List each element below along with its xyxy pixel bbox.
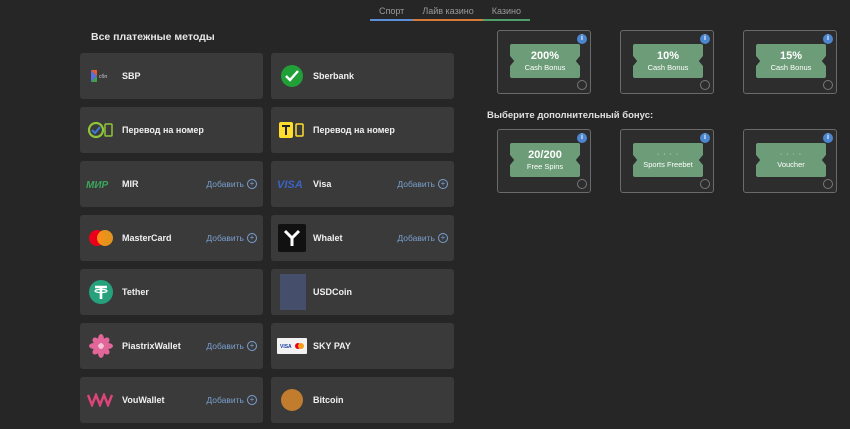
bonus-ticket: 10% Cash Bonus: [633, 44, 703, 78]
info-icon[interactable]: i: [700, 133, 710, 143]
method-mir[interactable]: МИР MIR Добавить +: [80, 161, 263, 207]
method-bitcoin[interactable]: Bitcoin: [271, 377, 454, 423]
info-icon[interactable]: i: [577, 34, 587, 44]
info-icon[interactable]: i: [700, 34, 710, 44]
bonus-radio[interactable]: [700, 179, 710, 189]
method-label: Bitcoin: [313, 395, 344, 405]
method-usdcoin[interactable]: USDCoin: [271, 269, 454, 315]
usdcoin-icon: [277, 274, 307, 310]
method-whalet[interactable]: Whalet Добавить +: [271, 215, 454, 261]
tab-live-casino[interactable]: Лайв казино: [413, 6, 483, 21]
extra-bonus-card[interactable]: i · · · · Voucher: [743, 129, 837, 193]
info-icon[interactable]: i: [823, 34, 833, 44]
bonus-radio[interactable]: [700, 80, 710, 90]
extra-bonus-card[interactable]: i 20/200 Free Spins: [497, 129, 591, 193]
extra-bonus-title: Выберите дополнительный бонус:: [487, 110, 654, 121]
svg-text:VISA: VISA: [280, 344, 292, 350]
sberbank-icon: [277, 61, 307, 91]
transfer-green-icon: [86, 115, 116, 145]
info-icon[interactable]: i: [823, 133, 833, 143]
add-mastercard-button[interactable]: Добавить +: [206, 233, 257, 243]
method-label: Whalet: [313, 233, 343, 243]
visa-icon: VISA: [277, 169, 307, 199]
sbp-icon: сбп: [86, 61, 116, 91]
svg-text:сбп: сбп: [99, 74, 107, 80]
bonus-card[interactable]: i 10% Cash Bonus: [620, 30, 714, 94]
payment-methods-grid: сбп SBP Sberbank Перевод на номер Перево…: [80, 53, 454, 423]
bonus-options: i 200% Cash Bonus i 10% Cash Bonus i 15%…: [497, 30, 837, 94]
bitcoin-icon: [277, 385, 307, 415]
method-piastrix[interactable]: PiastrixWallet Добавить +: [80, 323, 263, 369]
method-label: SBP: [122, 71, 141, 81]
info-icon[interactable]: i: [577, 133, 587, 143]
method-mastercard[interactable]: MasterCard Добавить +: [80, 215, 263, 261]
tab-casino[interactable]: Казино: [482, 6, 530, 21]
method-label: Перевод на номер: [122, 125, 204, 135]
bonus-ticket: 20/200 Free Spins: [510, 143, 580, 177]
bonus-ticket: · · · · Voucher: [756, 143, 826, 177]
method-label: USDCoin: [313, 287, 352, 297]
bonus-ticket: 15% Cash Bonus: [756, 44, 826, 78]
bonus-radio[interactable]: [823, 179, 833, 189]
transfer-yellow-icon: [277, 115, 307, 145]
plus-icon: +: [438, 179, 448, 189]
method-label: SKY PAY: [313, 341, 351, 351]
tab-sport[interactable]: Спорт: [370, 6, 414, 21]
add-whalet-button[interactable]: Добавить +: [397, 233, 448, 243]
skypay-icon: VISA: [277, 331, 307, 361]
bonus-radio[interactable]: [577, 179, 587, 189]
whalet-icon: [277, 223, 307, 253]
piastrix-icon: [86, 331, 116, 361]
bonus-radio[interactable]: [577, 80, 587, 90]
method-transfer-phone-alt[interactable]: Перевод на номер: [271, 107, 454, 153]
method-vouwallet[interactable]: VouWallet Добавить +: [80, 377, 263, 423]
bonus-ticket: 200% Cash Bonus: [510, 44, 580, 78]
plus-icon: +: [247, 395, 257, 405]
method-label: Sberbank: [313, 71, 355, 81]
method-tether[interactable]: Tether: [80, 269, 263, 315]
add-mir-button[interactable]: Добавить +: [206, 179, 257, 189]
extra-bonus-options: i 20/200 Free Spins i · · · · Sports Fre…: [497, 129, 837, 193]
method-label: MasterCard: [122, 233, 172, 243]
mir-icon: МИР: [86, 169, 116, 199]
mastercard-icon: [86, 223, 116, 253]
method-sbp[interactable]: сбп SBP: [80, 53, 263, 99]
method-label: Перевод на номер: [313, 125, 395, 135]
tether-icon: [86, 277, 116, 307]
method-skypay[interactable]: VISA SKY PAY: [271, 323, 454, 369]
plus-icon: +: [247, 179, 257, 189]
method-label: VouWallet: [122, 395, 165, 405]
add-visa-button[interactable]: Добавить +: [397, 179, 448, 189]
svg-text:VISA: VISA: [277, 179, 303, 190]
add-piastrix-button[interactable]: Добавить +: [206, 341, 257, 351]
bonus-card[interactable]: i 15% Cash Bonus: [743, 30, 837, 94]
method-label: Tether: [122, 287, 149, 297]
method-sberbank[interactable]: Sberbank: [271, 53, 454, 99]
plus-icon: +: [438, 233, 448, 243]
bonus-card[interactable]: i 200% Cash Bonus: [497, 30, 591, 94]
method-label: PiastrixWallet: [122, 341, 181, 351]
plus-icon: +: [247, 341, 257, 351]
plus-icon: +: [247, 233, 257, 243]
payment-methods-title: Все платежные методы: [91, 31, 215, 43]
product-tabs: Спорт Лайв казино Казино: [370, 6, 530, 21]
bonus-radio[interactable]: [823, 80, 833, 90]
bonus-ticket: · · · · Sports Freebet: [633, 143, 703, 177]
extra-bonus-card[interactable]: i · · · · Sports Freebet: [620, 129, 714, 193]
svg-text:МИР: МИР: [86, 180, 109, 190]
method-visa[interactable]: VISA Visa Добавить +: [271, 161, 454, 207]
add-vouwallet-button[interactable]: Добавить +: [206, 395, 257, 405]
method-transfer-phone[interactable]: Перевод на номер: [80, 107, 263, 153]
method-label: Visa: [313, 179, 332, 189]
method-label: MIR: [122, 179, 139, 189]
vouwallet-icon: [86, 385, 116, 415]
